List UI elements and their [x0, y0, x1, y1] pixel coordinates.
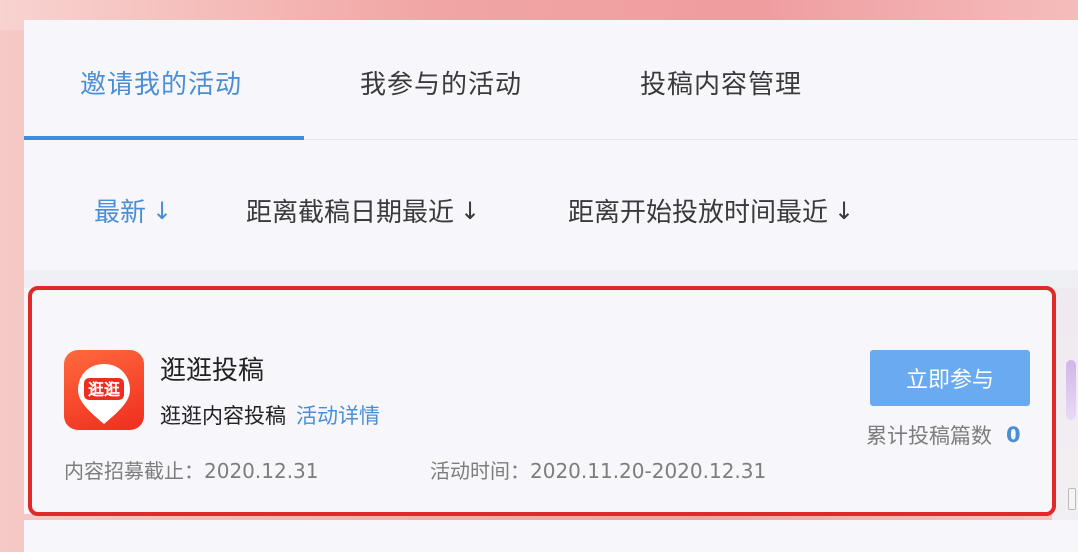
activity-panel: 邀请我的活动 我参与的活动 投稿内容管理 最新 ↓ 距离截稿日期最近 ↓ 距离开…	[24, 20, 1078, 270]
sort-newest[interactable]: 最新 ↓	[94, 192, 172, 229]
sort-arrow-icon: ↓	[834, 196, 855, 225]
sort-start-label: 距离开始投放时间最近	[568, 198, 829, 228]
right-decoration	[1066, 360, 1076, 420]
tab-joined-activities[interactable]: 我参与的活动	[360, 64, 522, 101]
sort-filter-bar: 最新 ↓ 距离截稿日期最近 ↓ 距离开始投放时间最近 ↓	[24, 140, 1078, 270]
right-edge-control	[1068, 488, 1076, 510]
sort-arrow-icon: ↓	[460, 196, 481, 225]
tab-invited-activities[interactable]: 邀请我的活动	[80, 64, 242, 101]
tab-submission-management[interactable]: 投稿内容管理	[640, 64, 802, 101]
sort-arrow-icon: ↓	[152, 196, 173, 225]
sort-deadline-nearest[interactable]: 距离截稿日期最近 ↓	[246, 192, 480, 229]
sort-newest-label: 最新	[94, 198, 147, 228]
highlight-annotation-box	[28, 286, 1056, 516]
sort-start-nearest[interactable]: 距离开始投放时间最近 ↓	[568, 192, 854, 229]
tab-bar: 邀请我的活动 我参与的活动 投稿内容管理	[24, 20, 1078, 140]
sort-deadline-label: 距离截稿日期最近	[246, 198, 455, 228]
next-card-edge	[24, 520, 1078, 552]
